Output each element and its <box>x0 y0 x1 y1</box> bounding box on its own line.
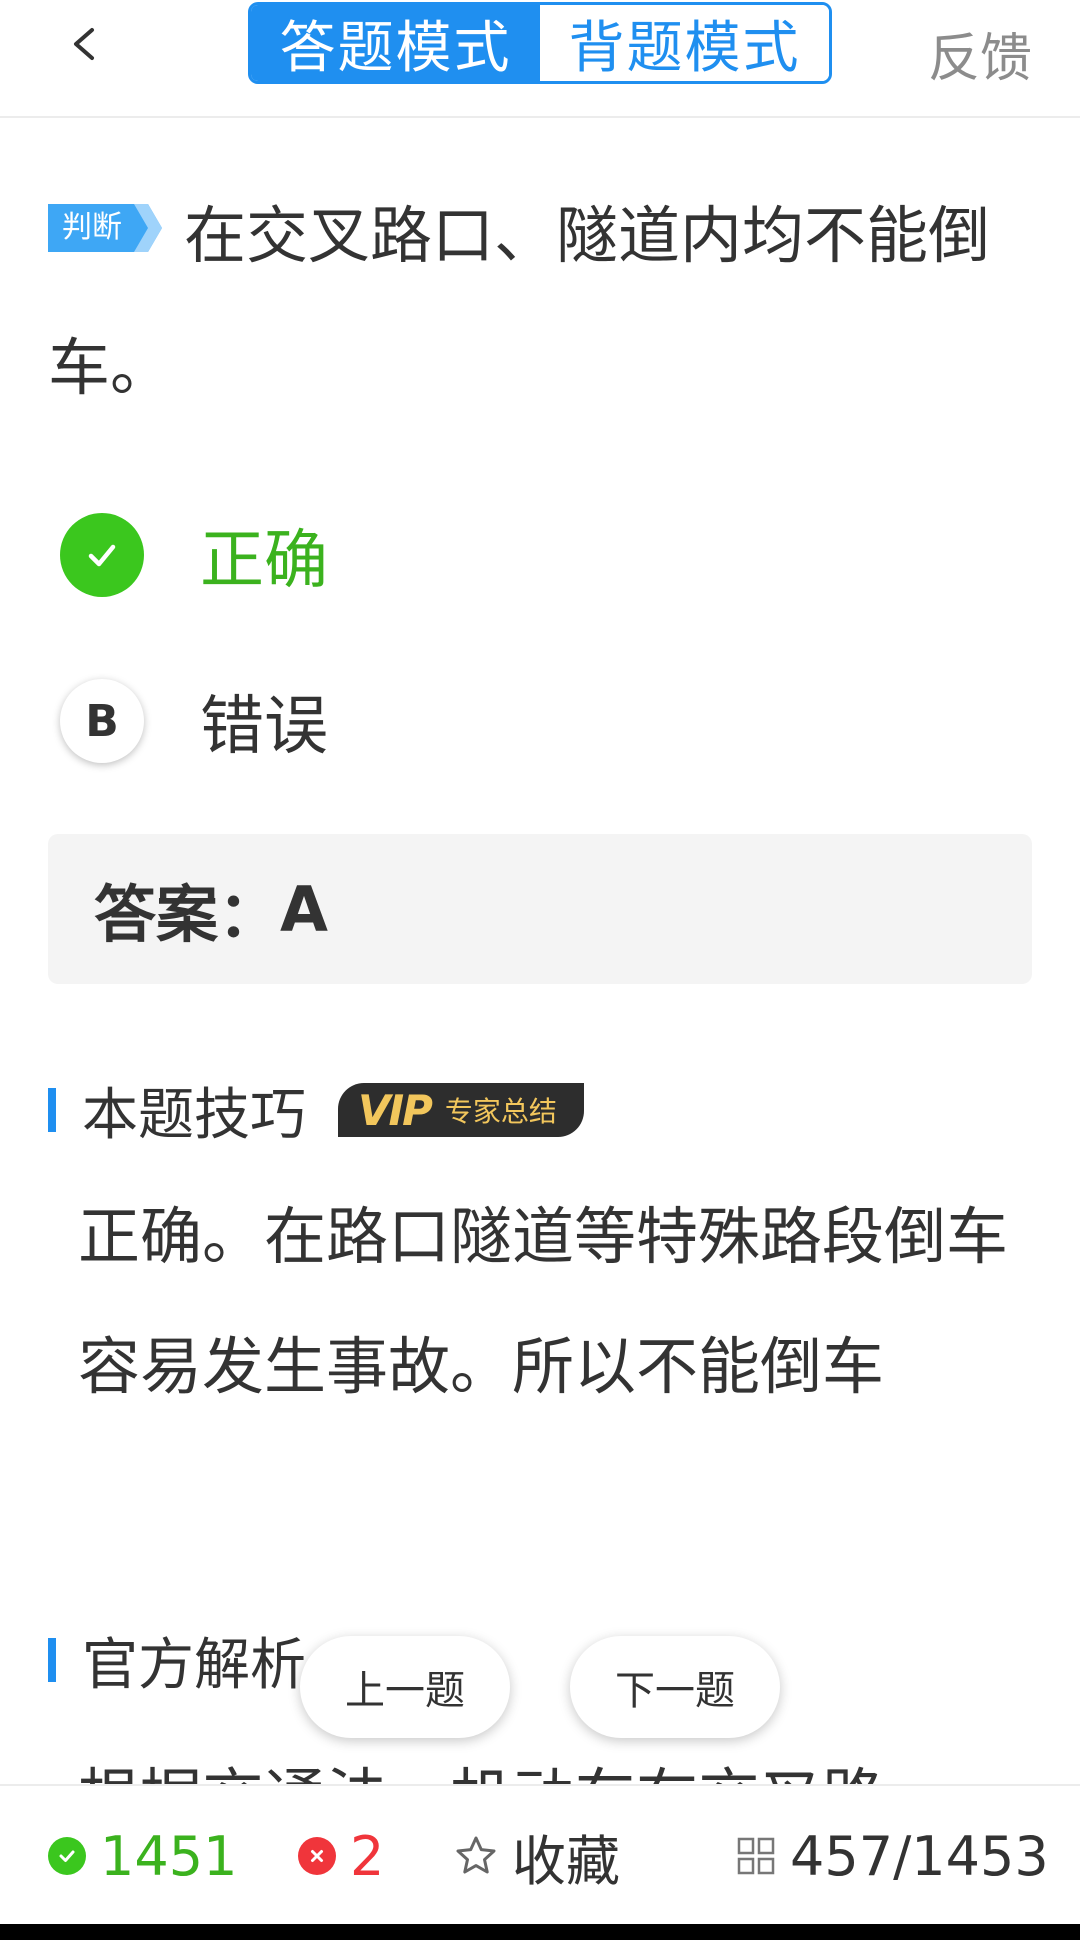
bottom-bar: 1451 2 收藏 457/1453 <box>0 1784 1080 1924</box>
wrong-count-value: 2 <box>350 1824 385 1888</box>
tip-title: 本题技巧 <box>82 1082 306 1148</box>
star-icon <box>454 1834 498 1878</box>
vip-badge-label: 专家总结 <box>444 1095 557 1128</box>
correct-count[interactable]: 1451 <box>48 1786 237 1926</box>
option-b[interactable]: B 错误 <box>60 678 328 764</box>
option-b-letter: B <box>60 679 144 763</box>
progress-indicator[interactable]: 457/1453 <box>736 1786 1049 1926</box>
tip-section-title: 本题技巧 VIP 专家总结 <box>48 1080 584 1148</box>
official-title: 官方解析 <box>82 1632 306 1698</box>
next-question-button[interactable]: 下一题 <box>570 1636 780 1738</box>
x-circle-icon <box>298 1837 336 1875</box>
check-circle-icon <box>48 1837 86 1875</box>
favorite-button[interactable]: 收藏 <box>454 1786 620 1926</box>
answer-box: 答案： A <box>48 834 1032 984</box>
answer-value: A <box>280 872 328 946</box>
vip-logo-text: VIP <box>358 1085 433 1135</box>
correct-count-value: 1451 <box>100 1824 238 1888</box>
question-type-label: 判断 <box>62 209 122 245</box>
question-stem: 判断 在交叉路口、隧道内均不能倒车。 <box>48 170 1008 434</box>
grid-icon <box>736 1836 776 1876</box>
system-nav-strip <box>0 1924 1080 1940</box>
tip-text: 正确。在路口隧道等特殊路段倒车容易发生事故。所以不能倒车 <box>78 1200 1009 1403</box>
vip-badge[interactable]: VIP 专家总结 <box>338 1083 584 1137</box>
option-a-text: 正确 <box>200 524 328 598</box>
chevron-left-icon <box>74 28 94 60</box>
progress-value: 457/1453 <box>790 1824 1049 1888</box>
question-type-badge: 判断 <box>48 203 162 252</box>
prev-question-button[interactable]: 上一题 <box>300 1636 510 1738</box>
tab-answer-mode[interactable]: 答题模式 <box>251 5 540 81</box>
back-button[interactable] <box>56 14 116 74</box>
feedback-button[interactable]: 反馈 <box>928 16 1032 91</box>
option-b-text: 错误 <box>200 690 328 764</box>
answer-label: 答案： <box>94 878 281 951</box>
top-bar: 答题模式 背题模式 反馈 <box>0 0 1080 118</box>
question-text: 在交叉路口、隧道内均不能倒车。 <box>48 199 991 404</box>
wrong-count[interactable]: 2 <box>298 1786 384 1926</box>
tab-recite-mode[interactable]: 背题模式 <box>540 5 829 81</box>
mode-switch: 答题模式 背题模式 <box>248 2 832 84</box>
favorite-label: 收藏 <box>512 1829 620 1893</box>
section-marker <box>48 1088 56 1132</box>
option-a[interactable]: 正确 <box>60 512 328 598</box>
correct-check-icon <box>60 513 144 597</box>
section-marker <box>48 1638 56 1682</box>
official-section-title: 官方解析 <box>48 1630 306 1698</box>
